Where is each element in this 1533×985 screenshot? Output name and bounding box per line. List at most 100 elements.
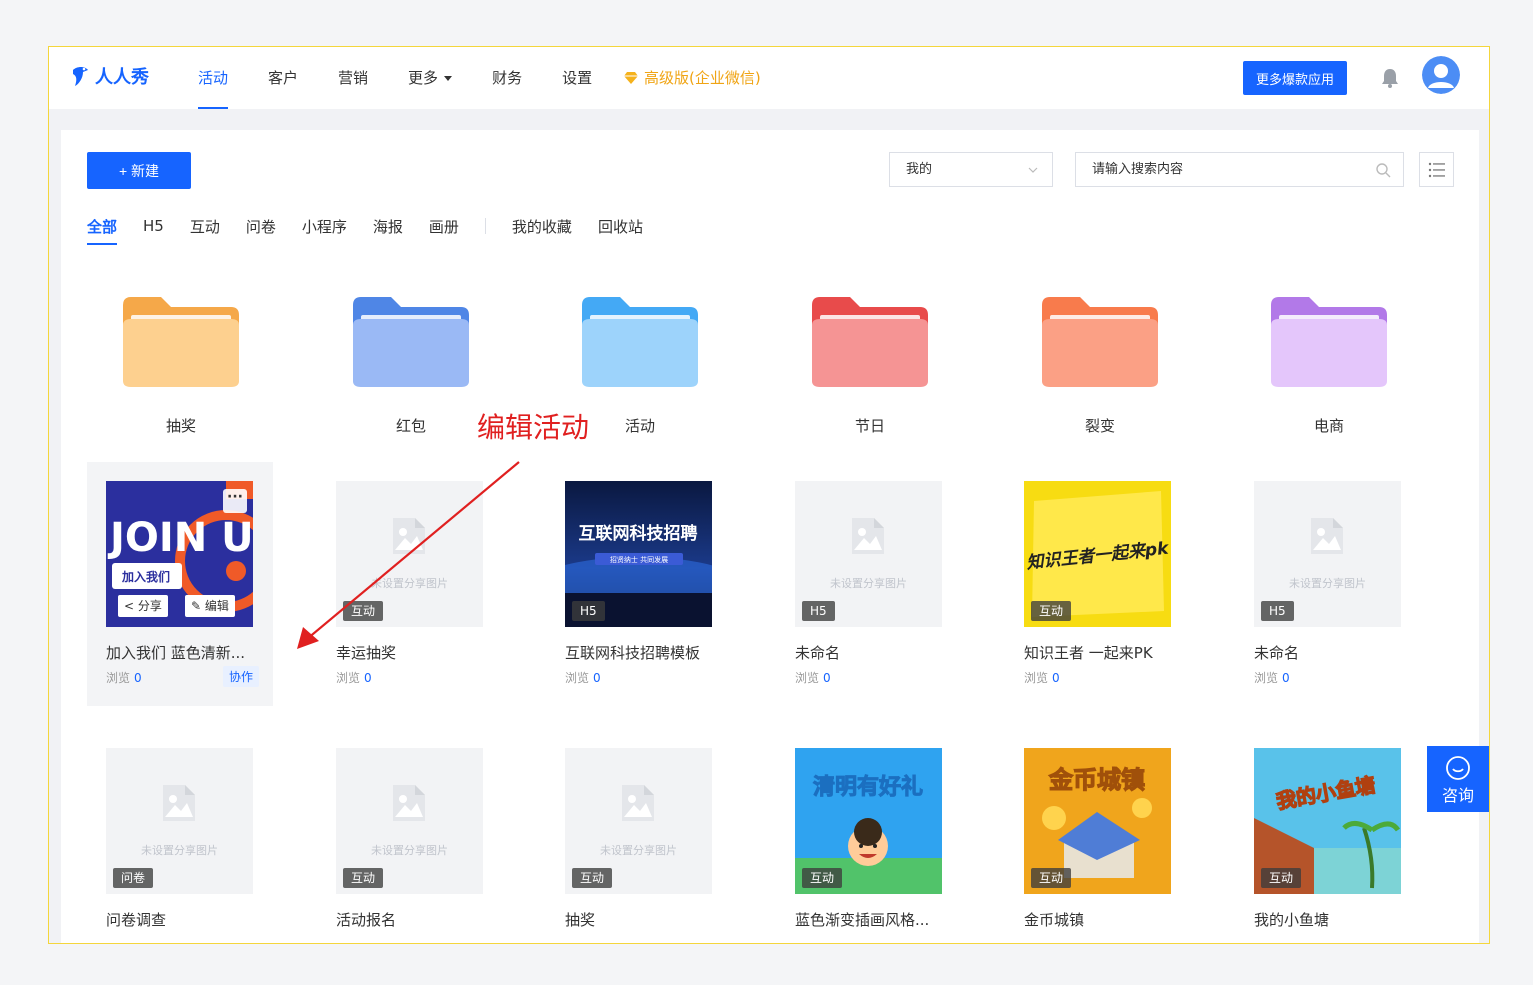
views-label: 浏览 [565,671,590,685]
card-thumbnail[interactable]: 未设置分享图片 互动 [565,748,712,894]
nav-item-finance[interactable]: 财务 [478,47,536,109]
nav-item-marketing[interactable]: 营销 [324,47,382,109]
nav-item-activity[interactable]: 活动 [184,47,242,109]
filter-poster[interactable]: 海报 [373,210,403,243]
folder-item[interactable]: 抽奖 [123,295,239,436]
activity-card[interactable]: 我的小鱼塘 互动 我的小鱼塘 [1235,729,1421,943]
edit-icon: ✎ [191,599,202,613]
card-thumbnail[interactable]: 金币城镇 互动 [1024,748,1171,894]
folder-item[interactable]: 裂变 [1042,295,1158,436]
activity-card[interactable]: 未设置分享图片 H5 未命名 浏览 0 [1235,462,1421,706]
search-icon[interactable] [1375,162,1391,178]
activity-card[interactable]: 未设置分享图片 H5 未命名 浏览 0 [776,462,962,706]
card-thumbnail[interactable]: 清明有好礼 互动 [795,748,942,894]
more-options-button[interactable]: ··· [223,489,247,513]
card-thumbnail[interactable]: 未设置分享图片 互动 [336,481,483,627]
folder-item[interactable]: 活动 [582,295,698,436]
folder-item[interactable]: 节日 [812,295,928,436]
card-title[interactable]: 活动报名 [336,909,496,930]
card-title[interactable]: 金币城镇 [1024,909,1184,930]
more-apps-button[interactable]: 更多爆款应用 [1243,61,1347,95]
card-title[interactable]: 未命名 [795,642,955,663]
activity-card[interactable]: 知识王者一起来pk 互动 知识王者 一起来PK 浏览 0 [1005,462,1191,706]
card-thumbnail[interactable]: 未设置分享图片互动 [336,748,483,894]
card-thumbnail[interactable]: 互联网科技招聘 招贤纳士 共同发展 H5 [565,481,712,627]
activity-card[interactable]: 未设置分享图片 互动 幸运抽奖浏览 0 [317,462,503,706]
card-title[interactable]: 抽奖 [565,909,725,930]
card-title[interactable]: 幸运抽奖 [336,642,496,663]
premium-badge[interactable]: 高级版(企业微信) [624,47,761,109]
nav-item-customers[interactable]: 客户 [254,47,312,109]
card-title[interactable]: 知识王者 一起来PK [1024,642,1184,663]
nav-item-more[interactable]: 更多 [394,47,466,109]
list-view-toggle[interactable] [1419,152,1454,187]
card-title[interactable]: 我的小鱼塘 [1254,909,1414,930]
nav-item-settings[interactable]: 设置 [548,47,606,109]
filter-survey[interactable]: 问卷 [246,210,276,243]
new-button[interactable]: + 新建 [87,152,191,189]
premium-label: 高级版(企业微信) [644,69,761,87]
owner-select[interactable]: 我的 [889,152,1053,187]
placeholder-text: 未设置分享图片 [371,844,448,857]
folder-name: 活动 [624,417,655,435]
filter-favorites[interactable]: 我的收藏 [512,210,572,243]
filter-all[interactable]: 全部 [87,210,118,245]
card-thumbnail[interactable]: 未设置分享图片 问卷 [106,748,253,894]
card-views: 浏览 0 [1024,669,1060,686]
views-count: 0 [593,671,601,685]
activity-card[interactable]: JOIN US 加入我们 ··· < 分享 ✎ 编辑 加入我们 蓝色清新... 浏… [87,462,273,706]
nav-label: 设置 [562,69,593,87]
filter-recycle-bin[interactable]: 回收站 [598,210,643,243]
folder-icon [1271,297,1387,387]
filter-album[interactable]: 画册 [429,210,459,243]
category-filters: 全部 H5 互动 问卷 小程序 海报 画册 我的收藏 回收站 [87,208,669,245]
activity-card[interactable]: 未设置分享图片互动 活动报名 [317,729,503,943]
filter-interactive[interactable]: 互动 [190,210,220,243]
svg-text:清明有好礼: 清明有好礼 [813,774,923,800]
activity-card[interactable]: 互联网科技招聘 招贤纳士 共同发展 H5 互联网科技招聘模板浏览 0 [546,462,732,706]
chevron-down-icon [1028,167,1038,173]
folder-icon [353,297,469,387]
activity-card[interactable]: 未设置分享图片 互动 抽奖 [546,729,732,943]
bell-icon[interactable] [1379,67,1401,89]
placeholder-text: 未设置分享图片 [141,844,218,857]
views-label: 浏览 [336,671,361,685]
card-thumbnail[interactable]: 知识王者一起来pk 互动 [1024,481,1171,627]
card-thumbnail[interactable]: 我的小鱼塘 互动 [1254,748,1401,894]
card-thumbnail[interactable]: 未设置分享图片 H5 [795,481,942,627]
filter-divider [484,218,486,234]
bird-logo-icon [73,67,88,86]
views-count: 0 [823,671,831,685]
views-label: 浏览 [106,671,131,685]
brand-logo[interactable]: 人人秀 [69,63,149,89]
card-title[interactable]: 加入我们 蓝色清新... [106,642,266,663]
activity-card[interactable]: 金币城镇 互动 金币城镇 [1005,729,1191,943]
card-title[interactable]: 互联网科技招聘模板 [565,642,725,663]
search-input[interactable]: 请输入搜索内容 [1075,152,1404,187]
nav-label: 财务 [492,69,523,87]
filter-h5[interactable]: H5 [143,211,164,241]
folder-item[interactable]: 电商 [1271,295,1387,436]
card-views: 浏览 0 [336,669,372,686]
edit-button[interactable]: ✎ 编辑 [185,595,235,617]
card-thumbnail[interactable]: JOIN US 加入我们 ··· < 分享 ✎ 编辑 [106,481,253,627]
folder-item[interactable]: 红包 [353,295,469,436]
nav-label: 客户 [268,69,299,87]
activity-card[interactable]: 清明有好礼 互动 蓝色渐变插画风格... [776,729,962,943]
card-title[interactable]: 问卷调查 [106,909,266,930]
image-placeholder-icon [852,518,884,554]
card-title[interactable]: 未命名 [1254,642,1414,663]
folder-name: 电商 [1313,417,1344,435]
activity-card[interactable]: 未设置分享图片 问卷 问卷调查 [87,729,273,943]
user-avatar[interactable] [1422,56,1460,94]
card-title[interactable]: 蓝色渐变插画风格... [795,909,955,930]
image-placeholder-icon [393,518,425,554]
collab-badge[interactable]: 协作 [222,666,259,687]
card-type-tag: 互动 [802,868,843,888]
filter-miniprogram[interactable]: 小程序 [302,210,347,243]
card-thumbnail[interactable]: 未设置分享图片 H5 [1254,481,1401,627]
consult-button[interactable]: 咨询 [1427,746,1489,812]
card-type-tag: 互动 [343,868,384,888]
share-button[interactable]: < 分享 [118,595,168,617]
main-nav: 活动 客户 营销 更多 财务 设置 [184,47,618,109]
